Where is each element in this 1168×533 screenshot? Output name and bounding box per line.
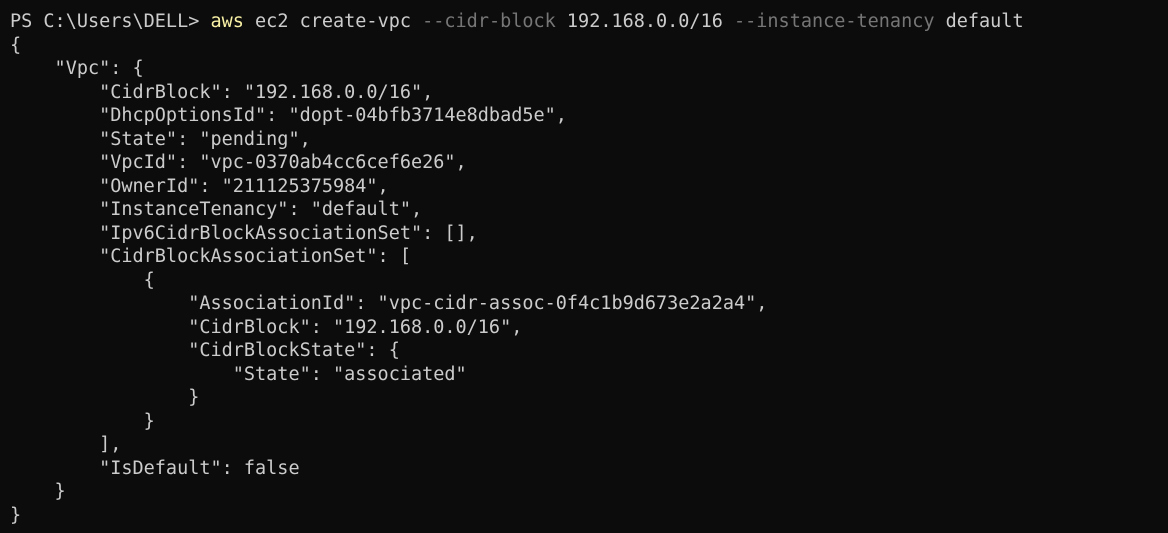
output-line: "CidrBlockAssociationSet": [: [10, 246, 411, 267]
output-line: "InstanceTenancy": "default",: [10, 199, 423, 220]
command-line: PS C:\Users\DELL> aws ec2 create-vpc --c…: [10, 10, 1168, 34]
command-subcommand: ec2 create-vpc: [255, 11, 423, 32]
output-line: "Vpc": {: [10, 58, 144, 79]
output-line: }: [10, 481, 66, 502]
output-line: "State": "pending",: [10, 128, 311, 150]
command-tenancy-value: default: [934, 11, 1024, 32]
output-line: }: [10, 387, 200, 408]
command-flag-instance-tenancy: --instance-tenancy: [734, 11, 935, 32]
output-line: "AssociationId": "vpc-cidr-assoc-0f4c1b9…: [10, 293, 768, 314]
output-line: "DhcpOptionsId": "dopt-04bfb3714e8dbad5e…: [10, 105, 567, 126]
command-space: [244, 11, 255, 32]
output-line: "VpcId": "vpc-0370ab4cc6cef6e26",: [10, 152, 467, 173]
output-line: "CidrBlock": "192.168.0.0/16",: [10, 81, 434, 103]
output-line: "IsDefault": false: [10, 457, 300, 479]
output-line: "CidrBlockState": {: [10, 340, 400, 361]
output-line: {: [10, 269, 155, 291]
prompt-text: PS C:\Users\DELL>: [10, 11, 211, 32]
output-line: "OwnerId": "211125375984",: [10, 175, 389, 197]
output-line: "Ipv6CidrBlockAssociationSet": [],: [10, 222, 478, 244]
output-line: }: [10, 504, 22, 526]
terminal-window[interactable]: PS C:\Users\DELL> aws ec2 create-vpc --c…: [0, 0, 1168, 533]
output-line: "CidrBlock": "192.168.0.0/16",: [10, 316, 523, 338]
output-line: {: [10, 34, 22, 56]
output-line: "State": "associated": [10, 363, 467, 385]
command-cidr-value: 192.168.0.0/16: [555, 11, 734, 32]
output-line: ],: [10, 434, 122, 455]
command-output: { "Vpc": { "CidrBlock": "192.168.0.0/16"…: [10, 34, 1168, 528]
output-line: }: [10, 410, 155, 432]
command-program: aws: [210, 11, 244, 32]
command-flag-cidr-block: --cidr-block: [422, 11, 556, 32]
